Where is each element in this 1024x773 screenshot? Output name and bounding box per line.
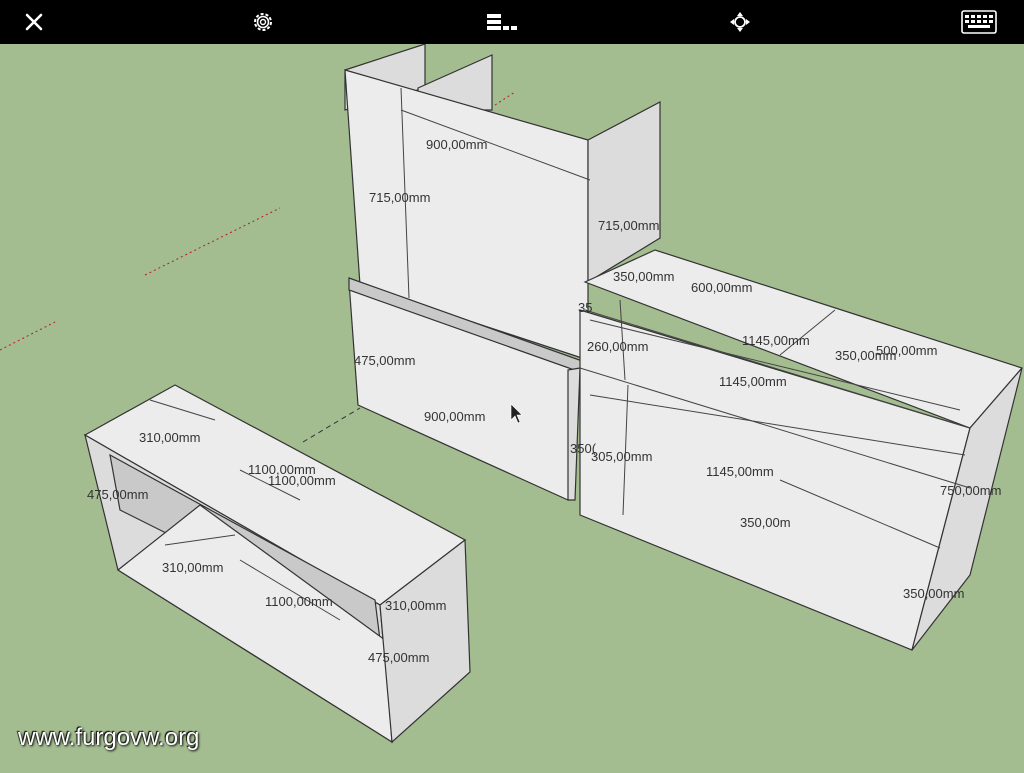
model-canvas[interactable]: 900,00mm 715,00mm 715,00mm 350,00mm 600,… bbox=[0, 43, 1024, 768]
layers-icon bbox=[487, 14, 517, 30]
close-icon bbox=[25, 13, 43, 31]
settings-button[interactable] bbox=[241, 4, 285, 40]
close-button[interactable] bbox=[12, 4, 56, 40]
dim-shelf-500: 500,00mm bbox=[876, 343, 937, 358]
dim-box-1100-b: 1100,00mm bbox=[268, 473, 336, 488]
red-axis-line bbox=[0, 321, 56, 351]
keyboard-button[interactable] bbox=[957, 4, 1001, 40]
dim-top-height-left: 715,00mm bbox=[369, 190, 430, 205]
gear-icon bbox=[254, 13, 272, 31]
dim-top-width: 900,00mm bbox=[426, 137, 487, 152]
layers-button[interactable] bbox=[480, 4, 524, 40]
dim-shelf-35: 35 bbox=[578, 300, 592, 315]
red-axis-line-3 bbox=[494, 91, 516, 106]
dim-mid-305: 305,00mm bbox=[591, 449, 652, 464]
dim-box-310-right: 310,00mm bbox=[385, 598, 446, 613]
keyboard-icon bbox=[961, 10, 997, 34]
dim-box-1100-inner: 1100,00mm bbox=[265, 594, 333, 609]
dim-shelf-1145-a: 1145,00mm bbox=[742, 333, 810, 348]
orbit-icon bbox=[730, 12, 750, 32]
dim-long-1145: 1145,00mm bbox=[706, 464, 774, 479]
dim-small-350: 350,00mm bbox=[613, 269, 674, 284]
watermark: www.furgovw.org bbox=[18, 724, 200, 751]
dim-top-height-right: 715,00mm bbox=[598, 218, 659, 233]
dim-box-310-inner: 310,00mm bbox=[162, 560, 223, 575]
dim-shelf-260: 260,00mm bbox=[587, 339, 648, 354]
guide-line bbox=[302, 407, 361, 443]
dim-box-475-left: 475,00mm bbox=[87, 487, 148, 502]
dim-box-310-top: 310,00mm bbox=[139, 430, 200, 445]
dim-right-350: 350,00mm bbox=[903, 586, 964, 601]
dim-mid-900: 900,00mm bbox=[424, 409, 485, 424]
red-axis-line-2 bbox=[144, 207, 281, 276]
dim-shelf-1145-b: 1145,00mm bbox=[719, 374, 787, 389]
top-toolbar bbox=[0, 0, 1024, 44]
orbit-button[interactable] bbox=[718, 4, 762, 40]
dim-bottom-350: 350,00m bbox=[740, 515, 791, 530]
3d-model-viewport[interactable]: 900,00mm 715,00mm 715,00mm 350,00mm 600,… bbox=[0, 43, 1024, 768]
dim-shelf-600: 600,00mm bbox=[691, 280, 752, 295]
dim-mid-475: 475,00mm bbox=[354, 353, 415, 368]
dim-right-750: 750,00mm bbox=[940, 483, 1001, 498]
dim-box-475-right: 475,00mm bbox=[368, 650, 429, 665]
